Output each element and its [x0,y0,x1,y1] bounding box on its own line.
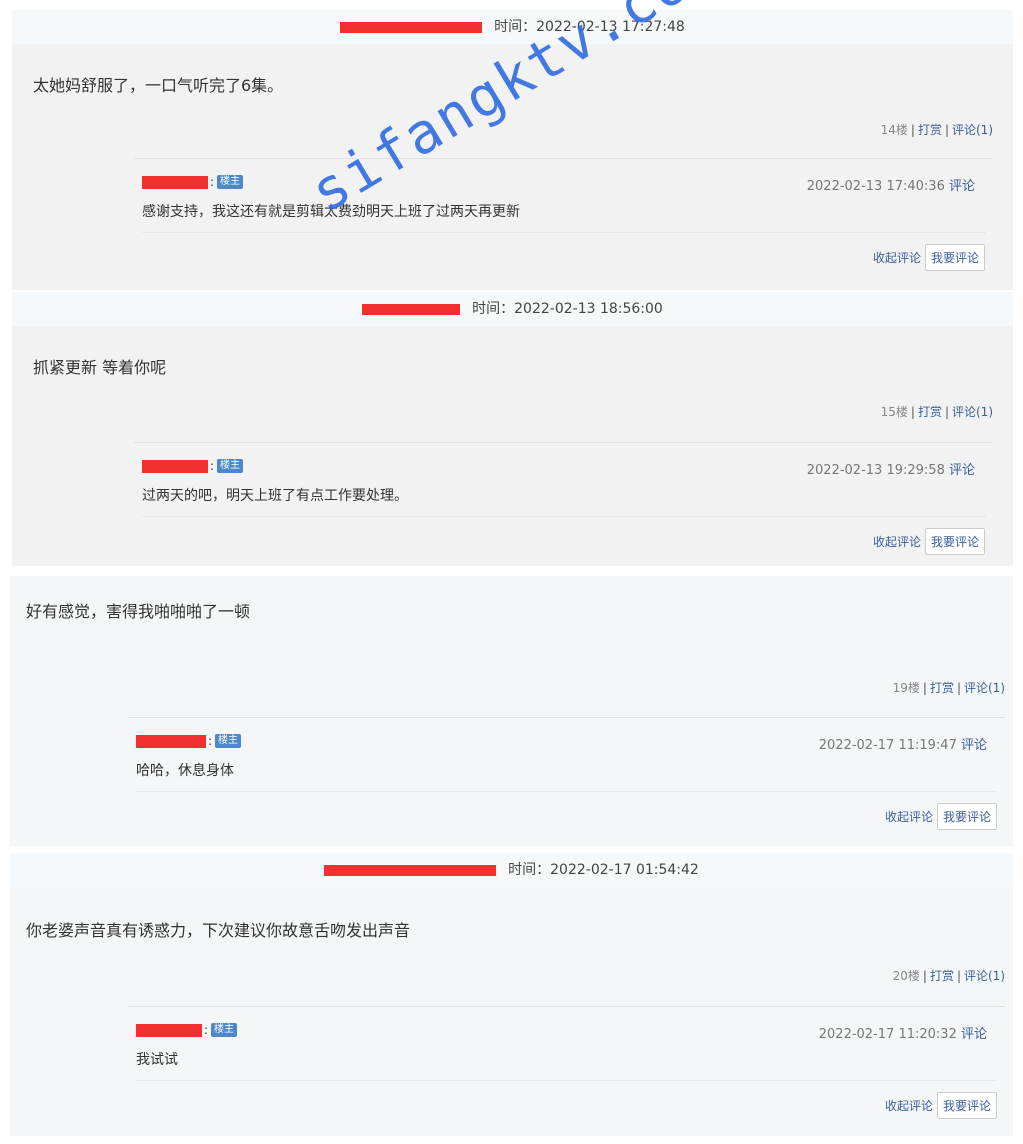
comment-page: 时间：2022-02-13 17:27:48 太她妈舒服了，一口气听完了6集。 … [0,0,1023,1144]
reply-user: : 楼主 [136,1023,238,1037]
time-label: 时间： [508,862,551,878]
time-label: 时间： [472,301,515,317]
reply-actions: 收起评论 我要评论 [885,1092,997,1119]
redacted-username [340,21,483,33]
owner-badge: 楼主 [215,734,242,748]
reply-time: 2022-02-17 11:19:47 [818,738,957,753]
reply-meta: 2022-02-17 11:20:32 评论 [819,1023,987,1042]
comment-text: 太她妈舒服了，一口气听完了6集。 [33,76,284,95]
comment-time: 2022-02-13 18:56:00 [514,301,663,317]
floor-number: 15楼 [880,405,908,419]
reply-user: : 楼主 [142,175,244,189]
comment-text: 好有感觉，害得我啪啪啪了一顿 [26,602,251,621]
owner-badge: 楼主 [211,1023,238,1037]
comment-text: 你老婆声音真有诱惑力，下次建议你故意舌吻发出声音 [26,921,411,940]
reply-block: : 楼主 2022-02-17 11:20:32 评论 我试试 收起评论 我要评论 [128,1006,1005,1128]
collapse-comments-link[interactable]: 收起评论 [873,249,921,266]
owner-badge: 楼主 [217,459,244,473]
write-comment-button[interactable]: 我要评论 [936,803,997,830]
reward-link[interactable]: 打赏 [918,123,942,137]
write-comment-button[interactable]: 我要评论 [924,528,985,555]
reply-comment-link[interactable]: 评论 [949,463,975,478]
reply-comment-link[interactable]: 评论 [949,179,975,194]
reply-meta: 2022-02-13 19:29:58 评论 [807,459,975,478]
reward-link[interactable]: 打赏 [930,969,954,983]
reply-divider [142,232,985,233]
reply-text: 我试试 [136,1052,178,1068]
write-comment-button[interactable]: 我要评论 [936,1092,997,1119]
reply-actions: 收起评论 我要评论 [885,803,997,830]
reply-actions: 收起评论 我要评论 [873,244,985,271]
comment-card: 好有感觉，害得我啪啪啪了一顿 19楼 | 打赏 | 评论(1) : 楼主 2022-02-… [10,576,1013,846]
comment-header: 时间：2022-02-17 01:54:42 [10,853,1013,887]
reply-block: : 楼主 2022-02-13 19:29:58 评论 过两天的吧，明天上班了有点… [134,442,993,560]
reply-user: : 楼主 [136,734,242,748]
redacted-username [142,459,208,473]
reply-comment-link[interactable]: 评论 [961,1027,987,1042]
write-comment-button[interactable]: 我要评论 [924,244,985,271]
reply-block: : 楼主 2022-02-17 11:19:47 评论 哈哈，休息身体 收起评论 … [128,717,1005,835]
comment-meta: 19楼 | 打赏 | 评论(1) [892,681,1005,695]
reply-text: 哈哈，休息身体 [136,763,234,779]
redacted-username [142,175,208,189]
reply-comment-link[interactable]: 评论 [961,738,987,753]
reply-time: 2022-02-13 17:40:36 [806,179,945,194]
comment-card: 时间：2022-02-17 01:54:42 你老婆声音真有诱惑力，下次建议你故… [10,853,1013,1136]
floor-number: 19楼 [892,681,920,695]
comment-meta: 14楼 | 打赏 | 评论(1) [880,123,993,137]
redacted-username [324,864,497,876]
redacted-username [136,734,206,748]
comment-meta: 20楼 | 打赏 | 评论(1) [892,969,1005,983]
comment-header: 时间：2022-02-13 18:56:00 [12,292,1013,326]
reply-meta: 2022-02-17 11:19:47 评论 [819,734,987,753]
comment-count-link[interactable]: 评论(1) [964,969,1005,983]
reward-link[interactable]: 打赏 [930,681,954,695]
comment-text: 抓紧更新 等着你呢 [33,358,167,377]
comment-card: 时间：2022-02-13 18:56:00 抓紧更新 等着你呢 15楼 | 打赏 |… [12,292,1013,566]
reply-text: 过两天的吧，明天上班了有点工作要处理。 [142,488,408,504]
reply-divider [136,1080,997,1081]
reply-divider [142,516,985,517]
collapse-comments-link[interactable]: 收起评论 [885,808,933,825]
owner-badge: 楼主 [217,175,244,189]
collapse-comments-link[interactable]: 收起评论 [885,1097,933,1114]
redacted-username [136,1023,202,1037]
comment-meta: 15楼 | 打赏 | 评论(1) [880,405,993,419]
reply-block: : 楼主 2022-02-13 17:40:36 评论 感谢支持，我这还有就是剪辑… [134,158,993,280]
reply-meta: 2022-02-13 17:40:36 评论 [807,175,975,194]
comment-count-link[interactable]: 评论(1) [952,405,993,419]
comment-time: 2022-02-17 01:54:42 [550,862,699,878]
reply-actions: 收起评论 我要评论 [873,528,985,555]
redacted-username [362,303,461,315]
comment-count-link[interactable]: 评论(1) [952,123,993,137]
floor-number: 14楼 [880,123,908,137]
reply-user: : 楼主 [142,459,244,473]
reply-time: 2022-02-13 19:29:58 [806,463,945,478]
comment-header: 时间：2022-02-13 17:27:48 [12,10,1013,44]
collapse-comments-link[interactable]: 收起评论 [873,533,921,550]
reward-link[interactable]: 打赏 [918,405,942,419]
comment-count-link[interactable]: 评论(1) [964,681,1005,695]
floor-number: 20楼 [892,969,920,983]
reply-divider [136,791,997,792]
reply-time: 2022-02-17 11:20:32 [818,1027,957,1042]
